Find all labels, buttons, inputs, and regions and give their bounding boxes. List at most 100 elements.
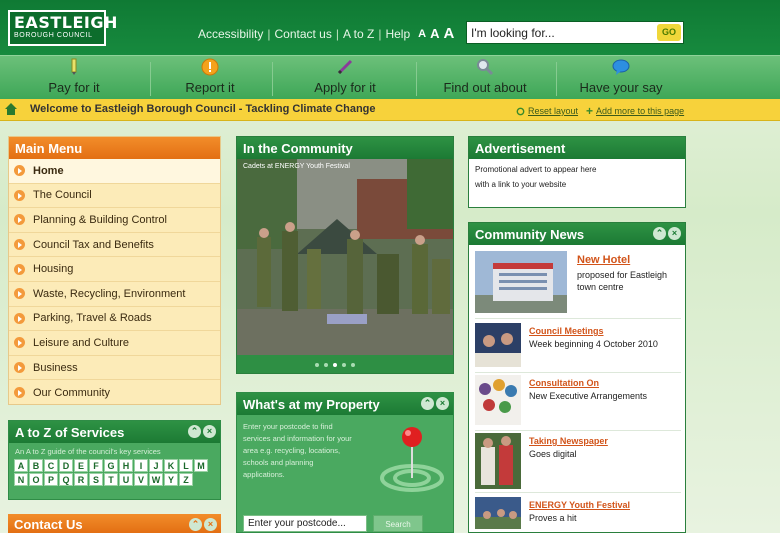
menu-item-business[interactable]: Business	[9, 356, 220, 381]
a-to-z-link[interactable]: A to Z	[343, 27, 374, 41]
letter-t[interactable]: T	[104, 473, 118, 486]
search-go-button[interactable]: GO	[657, 24, 681, 41]
menu-item-home[interactable]: Home	[9, 159, 220, 184]
letter-y[interactable]: Y	[164, 473, 178, 486]
close-icon[interactable]: ×	[668, 227, 681, 240]
letter-v[interactable]: V	[134, 473, 148, 486]
nav-apply-for-it[interactable]: Apply for it	[290, 56, 400, 100]
menu-item-label: Planning & Building Control	[33, 213, 167, 226]
collapse-icon[interactable]: ⌃	[653, 227, 666, 240]
carousel-dot[interactable]	[351, 363, 355, 367]
letter-o[interactable]: O	[29, 473, 43, 486]
welcome-bar: Welcome to Eastleigh Borough Council - T…	[0, 99, 780, 121]
menu-item-parking[interactable]: Parking, Travel & Roads	[9, 307, 220, 332]
menu-item-council-tax[interactable]: Council Tax and Benefits	[9, 233, 220, 258]
help-link[interactable]: Help	[385, 27, 410, 41]
menu-item-planning[interactable]: Planning & Building Control	[9, 208, 220, 233]
menu-item-waste[interactable]: Waste, Recycling, Environment	[9, 282, 220, 307]
search-input[interactable]: I'm looking for... GO	[466, 21, 684, 44]
letter-i[interactable]: I	[134, 459, 148, 472]
news-item-title[interactable]: Council Meetings	[529, 326, 604, 336]
letter-z[interactable]: Z	[179, 473, 193, 486]
letter-k[interactable]: K	[164, 459, 178, 472]
letter-h[interactable]: H	[119, 459, 133, 472]
letter-l[interactable]: L	[179, 459, 193, 472]
magnifier-icon	[477, 59, 494, 76]
letter-b[interactable]: B	[29, 459, 43, 472]
letter-m[interactable]: M	[194, 459, 208, 472]
arrow-bullet-icon	[14, 387, 25, 399]
close-icon[interactable]: ×	[203, 425, 216, 438]
text-size-large[interactable]: A	[444, 25, 455, 42]
reset-layout-link[interactable]: Reset layout	[516, 106, 578, 116]
carousel-dot[interactable]	[324, 363, 328, 367]
news-item[interactable]: Taking Newspaper Goes digital	[475, 433, 681, 493]
text-size-medium[interactable]: A	[430, 26, 439, 41]
newspaper-thumbnail	[475, 433, 521, 489]
text-size-small[interactable]: A	[418, 28, 426, 40]
news-item-subtitle: proposed for Eastleigh town centre	[577, 270, 668, 292]
letter-s[interactable]: S	[89, 473, 103, 486]
menu-item-housing[interactable]: Housing	[9, 257, 220, 282]
nav-report-it[interactable]: Report it	[162, 56, 258, 100]
news-item[interactable]: ENERGY Youth Festival Proves a hit	[475, 497, 681, 531]
letter-j[interactable]: J	[149, 459, 163, 472]
letter-r[interactable]: R	[74, 473, 88, 486]
news-item-title[interactable]: Consultation On	[529, 378, 599, 388]
collapse-icon[interactable]: ⌃	[188, 425, 201, 438]
letter-f[interactable]: F	[89, 459, 103, 472]
speech-bubble-icon	[612, 59, 630, 75]
contact-us-title: Contact Us	[14, 517, 83, 532]
news-item-title[interactable]: New Hotel	[577, 254, 630, 266]
menu-item-the-council[interactable]: The Council	[9, 184, 220, 209]
main-menu-title: Main Menu	[9, 137, 220, 159]
carousel-dot[interactable]	[315, 363, 319, 367]
collapse-icon[interactable]: ⌃	[421, 397, 434, 410]
close-icon[interactable]: ×	[204, 518, 217, 531]
advert-line2[interactable]: with a link to your website	[469, 174, 685, 189]
community-title: In the Community	[237, 137, 453, 159]
nav-label: Pay for it	[48, 80, 100, 95]
cadets-photo	[237, 159, 453, 355]
letter-a[interactable]: A	[14, 459, 28, 472]
letter-d[interactable]: D	[59, 459, 73, 472]
nav-have-your-say[interactable]: Have your say	[566, 56, 676, 100]
postcode-search-button[interactable]: Search	[373, 515, 423, 532]
home-icon[interactable]	[4, 102, 18, 116]
accessibility-link[interactable]: Accessibility	[198, 27, 263, 41]
contact-us-link[interactable]: Contact us	[274, 27, 331, 41]
close-icon[interactable]: ×	[436, 397, 449, 410]
contact-us-header[interactable]: Contact Us ⌃ ×	[8, 514, 221, 533]
letter-p[interactable]: P	[44, 473, 58, 486]
logo-line2: BOROUGH COUNCIL	[14, 32, 93, 39]
news-item-title[interactable]: Taking Newspaper	[529, 436, 608, 446]
letter-g[interactable]: G	[104, 459, 118, 472]
news-item-title[interactable]: ENERGY Youth Festival	[529, 500, 630, 510]
news-title: Community News	[475, 227, 585, 242]
add-more-link[interactable]: + Add more to this page	[586, 104, 684, 118]
news-item[interactable]: Consultation On New Executive Arrangemen…	[475, 375, 681, 431]
link-separator: |	[267, 26, 271, 41]
news-item[interactable]: New Hotel proposed for Eastleigh town ce…	[475, 251, 681, 319]
letter-c[interactable]: C	[44, 459, 58, 472]
letter-u[interactable]: U	[119, 473, 133, 486]
nav-pay-for-it[interactable]: Pay for it	[28, 56, 120, 100]
carousel-dot[interactable]	[342, 363, 346, 367]
carousel-dot-active[interactable]	[333, 363, 337, 367]
collapse-icon[interactable]: ⌃	[189, 518, 202, 531]
carousel-dots	[315, 363, 355, 367]
menu-item-our-community[interactable]: Our Community	[9, 380, 220, 405]
news-item[interactable]: Council Meetings Week beginning 4 Octobe…	[475, 323, 681, 373]
letter-q[interactable]: Q	[59, 473, 73, 486]
utility-links: Accessibility | Contact us | A to Z | He…	[198, 25, 454, 42]
letter-n[interactable]: N	[14, 473, 28, 486]
letter-w[interactable]: W	[149, 473, 163, 486]
community-photo[interactable]: Cadets at ENERGY Youth Festival	[237, 159, 453, 355]
main-nav: Pay for it Report it Apply for it Find o…	[0, 55, 780, 99]
letter-e[interactable]: E	[74, 459, 88, 472]
nav-find-out-about[interactable]: Find out about	[430, 56, 540, 100]
council-logo[interactable]: EASTLEIGH BOROUGH COUNCIL	[8, 10, 117, 46]
menu-item-leisure[interactable]: Leisure and Culture	[9, 331, 220, 356]
nav-divider	[556, 62, 557, 96]
postcode-input[interactable]: Enter your postcode...	[243, 515, 367, 532]
